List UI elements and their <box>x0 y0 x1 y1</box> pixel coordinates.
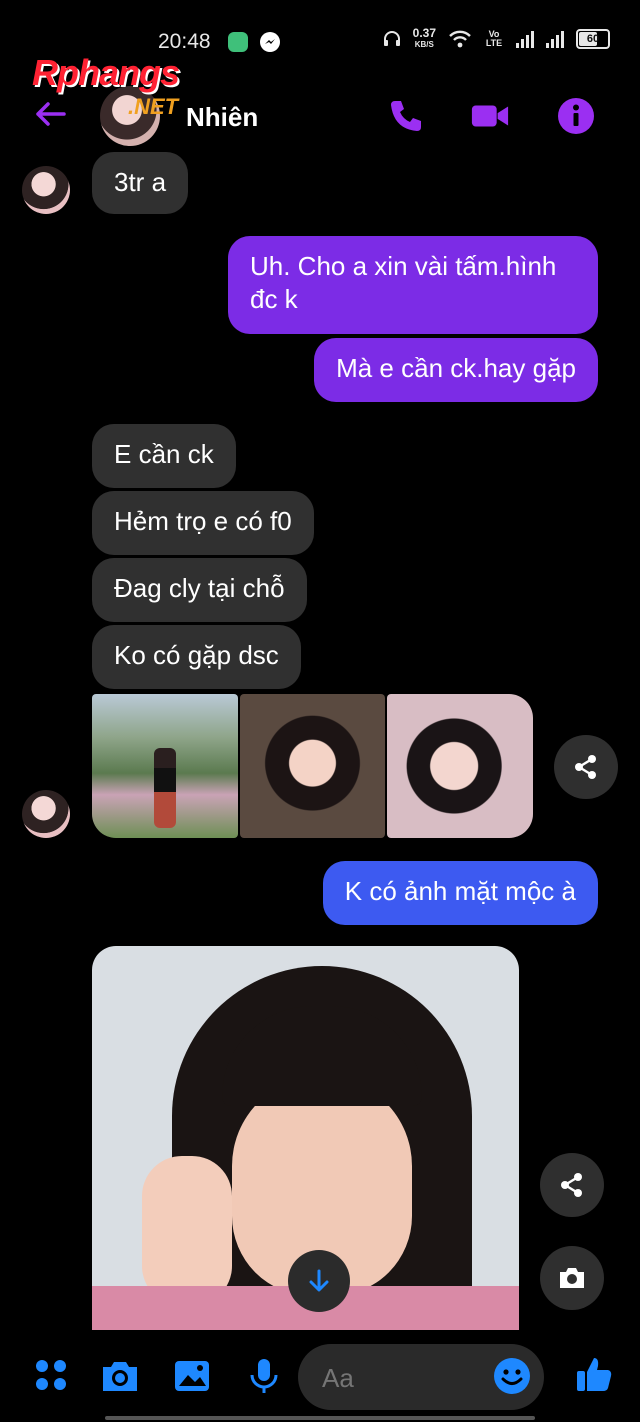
share-button[interactable] <box>540 1153 604 1217</box>
message-bubble-incoming[interactable]: Đag cly tại chỗ <box>92 558 307 622</box>
watermark-logo: Rphangs <box>32 52 180 93</box>
contact-name[interactable]: Nhiên <box>186 102 258 133</box>
battery-level: 60 <box>586 33 600 45</box>
message-input[interactable] <box>320 1362 484 1395</box>
emoji-icon[interactable] <box>492 1356 532 1396</box>
share-icon <box>561 1173 582 1197</box>
home-indicator <box>105 1416 535 1420</box>
message-bubble-outgoing[interactable]: Mà e cần ck.hay gặp <box>314 338 598 402</box>
message-bubble-incoming[interactable]: Ko có gặp dsc <box>92 625 301 689</box>
volte-label: Vo LTE <box>485 29 503 48</box>
camera-icon <box>560 1268 584 1288</box>
info-icon[interactable] <box>556 96 596 136</box>
grid-menu-icon[interactable] <box>32 1356 72 1396</box>
shared-photo[interactable] <box>240 694 385 838</box>
app-notification-icon <box>228 32 248 52</box>
message-bubble-incoming[interactable]: Hẻm trọ e có f0 <box>92 491 314 555</box>
share-button[interactable] <box>554 735 618 799</box>
camera-icon[interactable] <box>100 1356 140 1396</box>
wifi-icon <box>449 30 471 48</box>
gallery-icon[interactable] <box>172 1356 212 1396</box>
arrow-down-icon <box>309 1269 329 1292</box>
camera-capture-button[interactable] <box>540 1246 604 1310</box>
battery-icon: 60 <box>576 29 610 49</box>
net-speed-value: 0.37 <box>412 26 436 40</box>
signal-2-icon <box>546 30 564 48</box>
messenger-notification-icon <box>260 32 280 52</box>
net-speed: 0.37 KB/S <box>412 26 436 50</box>
message-bubble-incoming[interactable]: E cần ck <box>92 424 236 488</box>
message-bubble-incoming[interactable]: 3tr a <box>92 152 189 214</box>
thumbs-up-icon[interactable] <box>574 1354 614 1394</box>
headset-icon <box>383 31 400 46</box>
watermark-logo-sub: .NET <box>128 94 179 119</box>
contact-avatar-small[interactable] <box>22 166 70 214</box>
shared-photo[interactable] <box>387 694 533 838</box>
status-time: 20:48 <box>158 30 211 53</box>
scroll-to-bottom-button[interactable] <box>288 1250 350 1312</box>
message-bubble-outgoing[interactable]: Uh. Cho a xin vài tấm.hình đc k <box>228 236 598 334</box>
net-speed-unit: KB/S <box>414 40 434 49</box>
video-camera-icon[interactable] <box>470 96 510 136</box>
message-bubble-outgoing[interactable]: K có ảnh mặt mộc à <box>322 861 598 925</box>
shared-photo[interactable] <box>92 694 238 838</box>
back-arrow-icon[interactable] <box>32 96 68 132</box>
share-icon <box>575 755 596 779</box>
microphone-icon[interactable] <box>244 1356 284 1396</box>
phone-icon[interactable] <box>386 96 426 136</box>
signal-1-icon <box>516 30 534 48</box>
contact-avatar-small[interactable] <box>22 790 70 838</box>
status-right-group: 0.37 KB/S Vo LTE 60 <box>383 26 610 50</box>
